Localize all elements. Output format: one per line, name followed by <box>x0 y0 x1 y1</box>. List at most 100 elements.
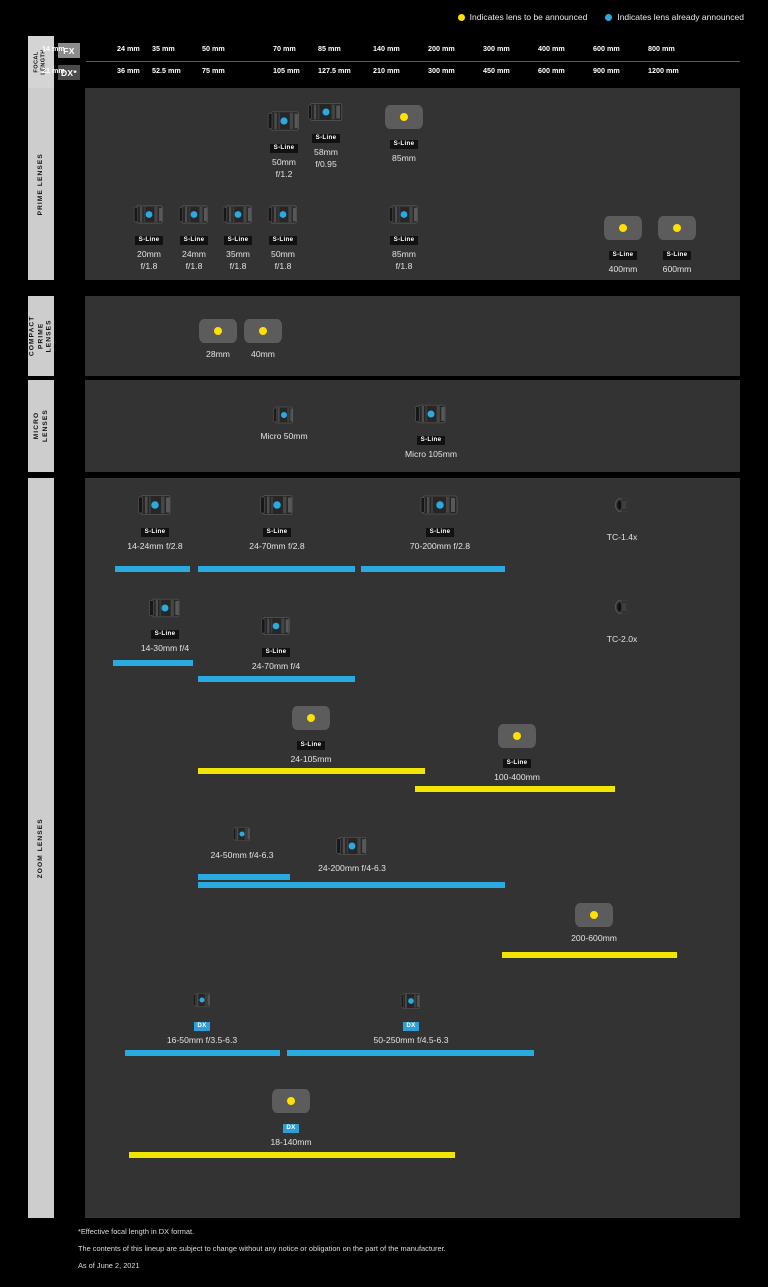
yellow-dot-icon <box>259 327 267 335</box>
lens-item[interactable]: S-Line 24-70mm f/2.8 <box>231 486 323 553</box>
lens-art <box>245 1086 337 1116</box>
lens-illustration <box>388 205 418 224</box>
category-label-compact-prime-lenses: COMPACT PRIME LENSES <box>28 296 54 376</box>
lens-illustration <box>415 404 446 424</box>
scale-tick: 14 mm <box>42 44 65 53</box>
lens-item[interactable]: S-Line 24-70mm f/4 <box>230 606 322 673</box>
focal-range-bar <box>125 1050 280 1056</box>
lens-caption: Micro 50mm <box>260 431 308 441</box>
category-label-prime-lenses: PRIME LENSES <box>28 88 54 280</box>
focal-range-bar <box>198 874 290 880</box>
lens-item[interactable]: S-Line 600mm <box>631 213 723 276</box>
s-line-badge: S-Line <box>268 235 298 245</box>
focal-range-bar <box>198 768 425 774</box>
lens-item[interactable]: Micro 50mm <box>238 394 330 443</box>
lens-art <box>358 102 450 132</box>
yellow-dot-icon <box>287 1097 295 1105</box>
dx-badge: DX <box>403 1021 419 1031</box>
dx-badge: DX <box>194 1021 210 1031</box>
lens-item[interactable]: 200-600mm <box>548 900 640 945</box>
scale-tick: 70 mm <box>273 44 296 53</box>
focal-range-bar <box>115 566 190 572</box>
lens-illustration <box>615 600 627 614</box>
scale-tick: 600 mm <box>538 66 565 75</box>
scale-tick: 600 mm <box>593 44 620 53</box>
lens-placeholder <box>658 216 696 240</box>
blue-dot-icon <box>605 13 613 21</box>
lens-item[interactable]: S-Line 85mm f/1.8 <box>358 194 450 272</box>
teleconverter-caption: TC-1.4x <box>606 532 638 542</box>
focal-length-header: FOCAL LENGTH FX DX* 14 mm 24 mm 35 mm 50 mm 7… <box>28 36 740 88</box>
lens-item[interactable]: DX 50-250mm f/4.5-6.3 <box>365 980 457 1047</box>
scale-tick: 105 mm <box>273 66 300 75</box>
s-line-badge: S-Line <box>502 758 532 768</box>
lens-caption: 50mm f/1.8 <box>271 249 295 271</box>
section-prime-lenses: PRIME LENSES S-Line 50mm f/1.2 S-Line 58mm f… <box>28 88 740 280</box>
s-line-badge: S-Line <box>150 629 180 639</box>
lens-caption: 24-70mm f/2.8 <box>249 541 305 551</box>
lens-item[interactable]: S-Line 85mm <box>358 102 450 165</box>
lens-illustration <box>267 205 297 224</box>
lens-caption: 24-105mm <box>290 754 332 764</box>
lens-placeholder <box>575 903 613 927</box>
scale-tick: 450 mm <box>483 66 510 75</box>
scale-tick: 52.5 mm <box>152 66 181 75</box>
teleconverter-art <box>576 588 668 622</box>
lens-item[interactable]: S-Line Micro 105mm <box>385 394 477 461</box>
scale-tick: 75 mm <box>202 66 225 75</box>
section-compact-prime-lenses: COMPACT PRIME LENSES 28mm 40mm <box>28 296 740 376</box>
dx-badge: DX <box>283 1123 299 1133</box>
lens-art <box>365 980 457 1014</box>
focal-range-bar <box>502 952 677 958</box>
focal-range-bar <box>415 786 615 792</box>
s-line-badge: S-Line <box>311 133 341 143</box>
lens-caption: 200-600mm <box>571 933 617 943</box>
yellow-dot-icon <box>590 911 598 919</box>
lens-item[interactable]: S-Line 100-400mm <box>471 721 563 784</box>
scale-tick: 800 mm <box>648 44 675 53</box>
lens-art <box>306 826 398 860</box>
lens-caption: Micro 105mm <box>404 449 458 459</box>
scale-tick: 200 mm <box>428 44 455 53</box>
category-label-compact-prime-lenses-text: COMPACT PRIME LENSES <box>28 315 53 357</box>
legend-item-already-announced: Indicates lens already announced <box>605 12 744 22</box>
lens-art <box>385 394 477 428</box>
lens-item[interactable]: S-Line 14-30mm f/4 <box>119 588 211 655</box>
teleconverter-item[interactable]: TC-2.0x <box>576 588 668 646</box>
scale-tick: 140 mm <box>373 44 400 53</box>
lens-item[interactable]: S-Line 70-200mm f/2.8 <box>394 486 486 553</box>
lens-art <box>237 194 329 228</box>
lens-item[interactable]: 24-200mm f/4-6.3 <box>306 826 398 875</box>
lens-art <box>471 721 563 751</box>
lens-illustration <box>273 406 294 424</box>
lens-art <box>196 813 288 847</box>
lens-item[interactable]: DX 16-50mm f/3.5-6.3 <box>156 980 248 1047</box>
lens-caption: 24-50mm f/4-6.3 <box>210 850 274 860</box>
teleconverter-item[interactable]: TC-1.4x <box>576 486 668 544</box>
teleconverter-art <box>576 486 668 520</box>
category-label-zoom-lenses-text: ZOOM LENSES <box>36 817 44 879</box>
lens-item[interactable]: DX 18-140mm <box>245 1086 337 1149</box>
fx-scale-row: 14 mm 24 mm 35 mm 50 mm 70 mm 85 mm 140 mm 200 … <box>28 41 740 61</box>
legend-item-to-be-announced: Indicates lens to be announced <box>457 12 588 22</box>
lens-item[interactable]: S-Line 50mm f/1.8 <box>237 194 329 272</box>
lens-item[interactable]: S-Line 14-24mm f/2.8 <box>109 486 201 553</box>
s-line-badge: S-Line <box>389 235 419 245</box>
lens-illustration <box>308 103 343 121</box>
yellow-dot-icon <box>619 224 627 232</box>
scale-tick: 400 mm <box>538 44 565 53</box>
lens-item[interactable]: 24-50mm f/4-6.3 <box>196 813 288 862</box>
lens-item[interactable]: S-Line 24-105mm <box>265 703 357 766</box>
teleconverter-caption: TC-2.0x <box>606 634 638 644</box>
footnote-dx: *Effective focal length in DX format. <box>78 1227 195 1236</box>
legend-label-to-be-announced: Indicates lens to be announced <box>469 12 588 22</box>
yellow-dot-icon <box>400 113 408 121</box>
scale-tick: 127.5 mm <box>318 66 351 75</box>
lens-caption: 24-200mm f/4-6.3 <box>318 863 386 873</box>
scale-tick: 50 mm <box>202 44 225 53</box>
lens-item[interactable]: 40mm <box>217 316 309 361</box>
yellow-dot-icon <box>513 732 521 740</box>
lens-caption: 70-200mm f/2.8 <box>409 541 471 551</box>
section-micro-lenses: MICRO LENSES Micro 50mm S-Line Micro 105mm <box>28 380 740 472</box>
scale-tick: 900 mm <box>593 66 620 75</box>
